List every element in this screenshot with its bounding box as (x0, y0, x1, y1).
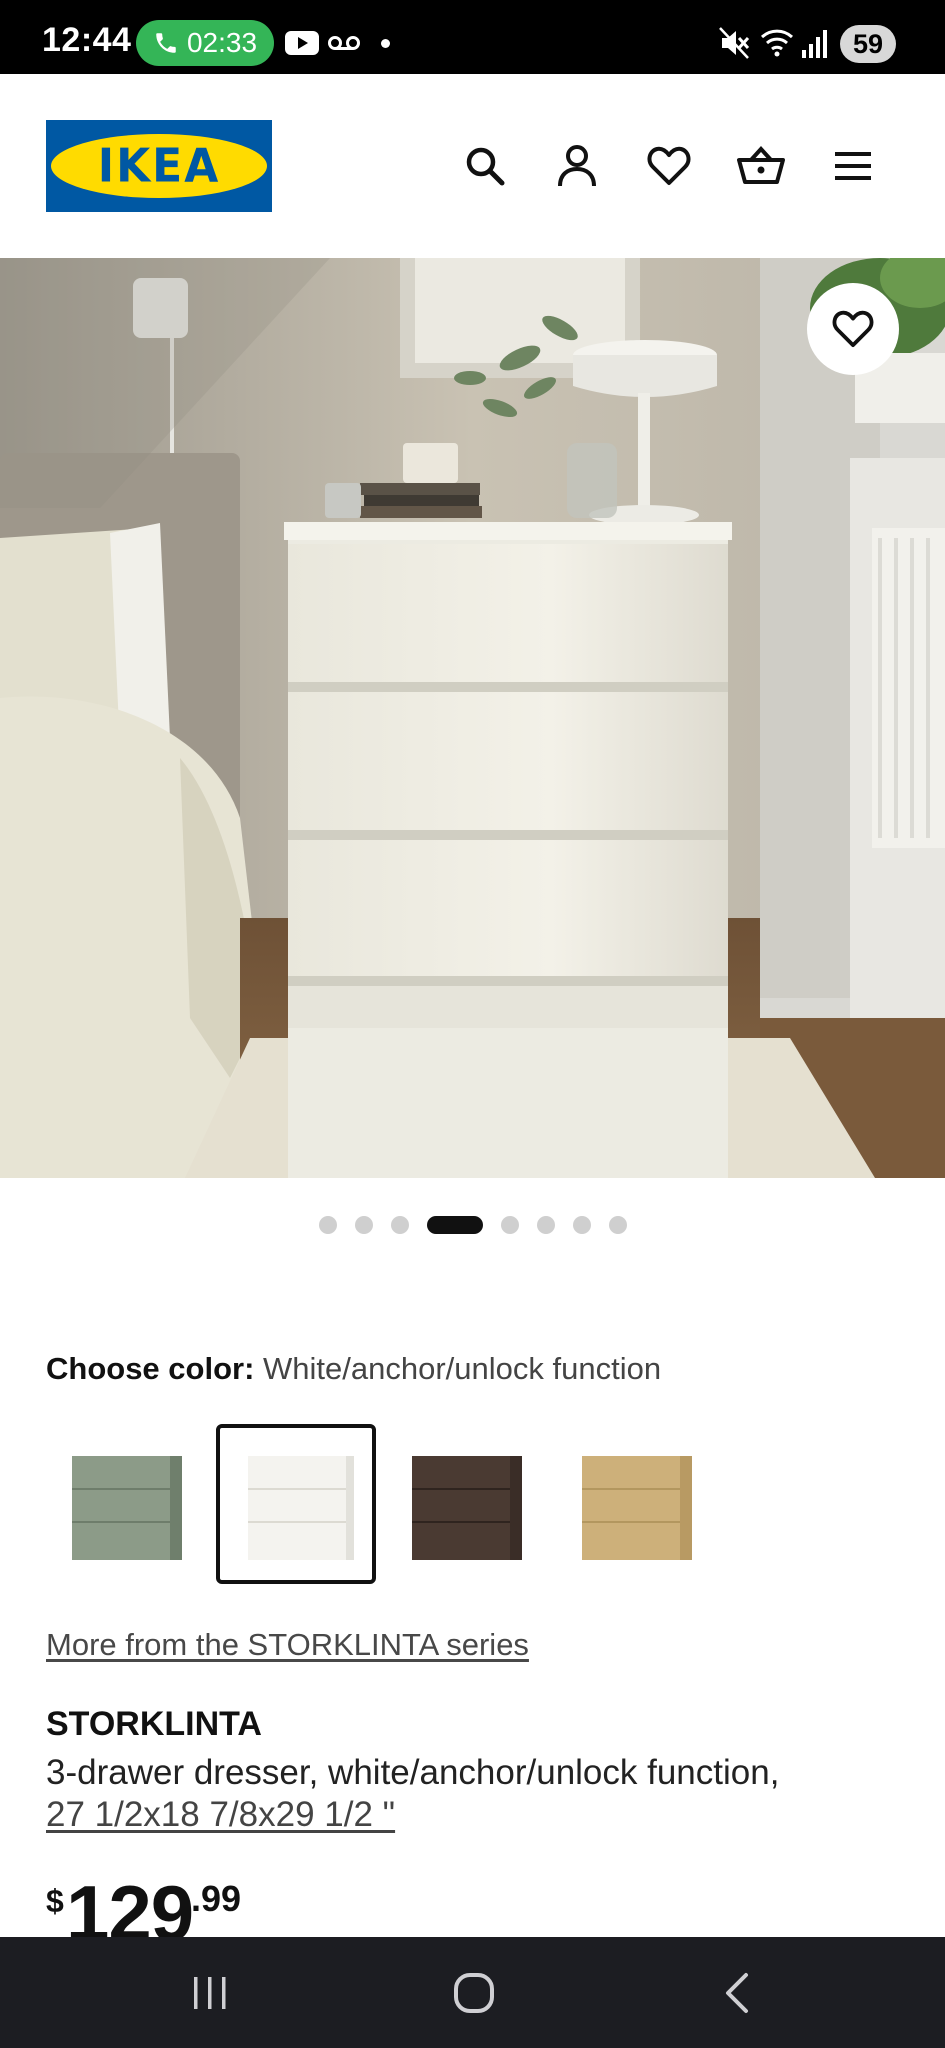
notification-dot (381, 39, 390, 48)
heart-icon (832, 310, 874, 348)
back-icon[interactable] (708, 1967, 768, 2019)
battery-icon: 59 (840, 25, 896, 63)
home-icon[interactable] (444, 1967, 504, 2019)
save-favorite-button[interactable] (807, 283, 899, 375)
voicemail-icon (328, 34, 360, 57)
carousel-dots (0, 1215, 945, 1235)
youtube-icon (285, 31, 319, 60)
carousel-dot[interactable] (318, 1216, 337, 1234)
call-timer: 02:33 (186, 27, 258, 58)
wifi-icon (760, 26, 794, 63)
product-size-link[interactable]: 27 1/2x18 7/8x29 1/2 " (46, 1795, 395, 1835)
account-icon[interactable] (551, 140, 603, 192)
ikea-logo[interactable]: IKEA (46, 120, 272, 212)
swatch-oak[interactable] (556, 1424, 716, 1584)
carousel-dot[interactable] (500, 1216, 519, 1234)
swatch-white[interactable] (216, 1424, 376, 1584)
recents-icon[interactable] (180, 1967, 240, 2019)
color-label-value: White/anchor/unlock function (263, 1351, 662, 1386)
swatch-dark-brown[interactable] (386, 1424, 546, 1584)
carousel-dot[interactable] (572, 1216, 591, 1234)
menu-icon[interactable] (827, 140, 879, 192)
price-decimal: .99 (191, 1878, 242, 1919)
swatch-gray-green[interactable] (46, 1424, 206, 1584)
price-currency: $ (46, 1883, 64, 1919)
color-label-title: Choose color: (46, 1351, 255, 1386)
product-description: 3-drawer dresser, white/anchor/unlock fu… (46, 1753, 780, 1792)
mute-icon (718, 26, 750, 65)
phone-icon (156, 33, 176, 53)
carousel-dot-active[interactable] (426, 1216, 483, 1234)
carousel-dot[interactable] (608, 1216, 627, 1234)
site-header: IKEA (0, 74, 945, 258)
status-bar: 12:44 02:33 59 (0, 0, 945, 74)
cart-icon[interactable] (735, 140, 787, 192)
product-image[interactable] (0, 258, 945, 1178)
carousel-dot[interactable] (354, 1216, 373, 1234)
call-timer-chip[interactable]: 02:33 (136, 20, 274, 66)
series-link[interactable]: More from the STORKLINTA series (46, 1627, 529, 1663)
color-chooser-label: Choose color: White/anchor/unlock functi… (46, 1351, 661, 1387)
favorites-icon[interactable] (643, 140, 695, 192)
system-nav-bar (0, 1937, 945, 2048)
product-name: STORKLINTA (46, 1705, 262, 1743)
carousel-dot[interactable] (390, 1216, 409, 1234)
status-time: 12:44 (42, 21, 132, 59)
search-icon[interactable] (459, 140, 511, 192)
logo-text: IKEA (97, 139, 221, 193)
signal-icon (801, 28, 829, 63)
carousel-dot[interactable] (536, 1216, 555, 1234)
